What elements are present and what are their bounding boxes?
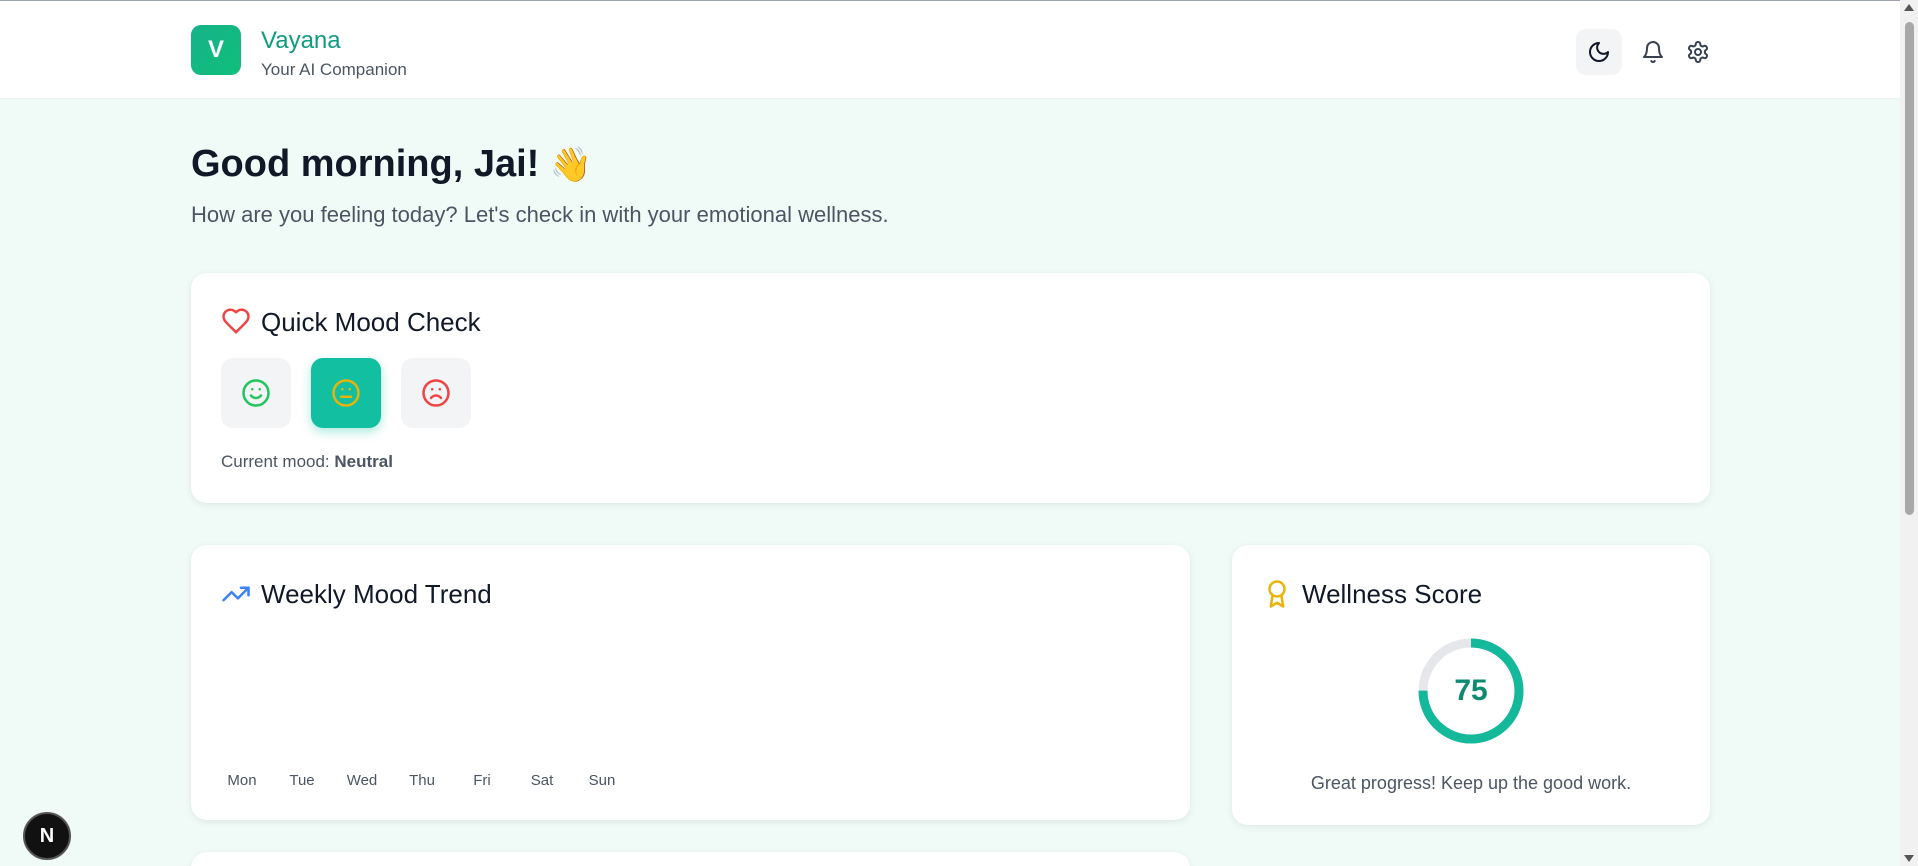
dev-badge-letter: N [39, 824, 55, 847]
weekly-trend-title: Weekly Mood Trend [261, 579, 492, 609]
mood-neutral-button[interactable] [311, 358, 381, 428]
next-card-partial [191, 852, 1190, 866]
dev-tools-badge[interactable]: N [23, 812, 71, 860]
logo-letter: V [207, 36, 224, 63]
app-logo[interactable]: V [191, 25, 241, 75]
day-label: Mon [227, 772, 257, 789]
wave-emoji: 👋 [549, 146, 593, 184]
scroll-up-arrow[interactable] [1904, 4, 1914, 11]
current-mood-text: Current mood: Neutral [221, 452, 393, 472]
award-icon [1268, 580, 1286, 608]
day-label: Sun [588, 772, 616, 789]
moon-icon [1589, 42, 1609, 62]
smile-icon [242, 379, 270, 407]
brand-tagline: Your AI Companion [261, 60, 407, 79]
trending-up-icon [222, 586, 250, 602]
brand-name: Vayana [261, 27, 341, 54]
day-label: Tue [289, 772, 315, 789]
wellness-score-message: Great progress! Keep up the good work. [1310, 773, 1632, 793]
app-header: V Vayana Your AI Companion [0, 1, 1900, 99]
wellness-score-title: Wellness Score [1302, 579, 1483, 609]
frown-icon [422, 379, 450, 407]
greeting-title: Good morning, Jai! 👋 [191, 143, 592, 186]
day-label: Fri [473, 772, 491, 789]
scroll-down-arrow[interactable] [1904, 855, 1914, 862]
mood-happy-button[interactable] [221, 358, 291, 428]
greeting-subtitle: How are you feeling today? Let's check i… [191, 202, 889, 227]
day-label: Sat [530, 772, 554, 789]
bell-icon [1643, 41, 1663, 63]
current-mood-label: Current mood: [221, 452, 330, 471]
theme-toggle-button[interactable] [1576, 29, 1622, 75]
current-mood-value: Neutral [334, 452, 393, 471]
mood-check-title: Quick Mood Check [261, 307, 481, 337]
day-label: Wed [346, 772, 378, 789]
heart-icon [222, 308, 250, 334]
mood-sad-button[interactable] [401, 358, 471, 428]
greeting-text: Good morning, Jai! [191, 143, 540, 185]
notifications-button[interactable] [1630, 29, 1676, 75]
wellness-score-value: 75 [1454, 674, 1488, 707]
day-label: Thu [409, 772, 435, 789]
meh-icon [332, 379, 360, 407]
scrollbar-thumb[interactable] [1905, 22, 1914, 515]
settings-button[interactable] [1675, 29, 1721, 75]
gear-icon [1688, 41, 1708, 63]
